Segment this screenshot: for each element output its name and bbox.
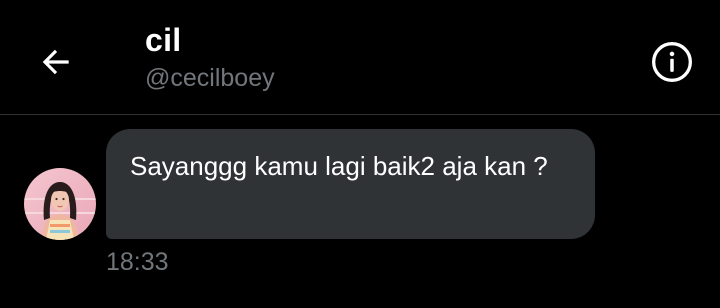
- header-divider: [0, 114, 720, 115]
- message-bubble[interactable]: Sayanggg kamu lagi baik2 aja kan ?: [106, 129, 595, 239]
- dm-conversation-screen: cil @cecilboey Sayanggg kamu lagi baik2 …: [0, 0, 720, 308]
- arrow-left-icon: [42, 49, 69, 75]
- conversation-header: cil @cecilboey: [0, 0, 720, 114]
- info-button[interactable]: [648, 38, 696, 86]
- avatar[interactable]: [24, 168, 96, 240]
- info-circle-icon: [652, 42, 692, 82]
- message-timestamp: 18:33: [106, 248, 169, 276]
- profile-photo: [24, 168, 96, 240]
- contact-name[interactable]: cil: [145, 22, 181, 59]
- contact-handle[interactable]: @cecilboey: [145, 64, 275, 93]
- back-button[interactable]: [32, 38, 80, 86]
